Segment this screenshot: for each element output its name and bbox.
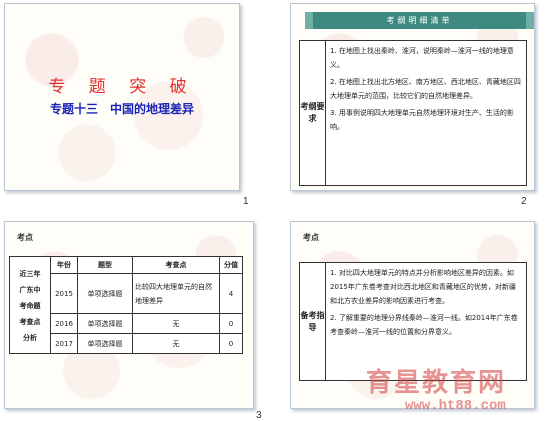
column-header: 分值 — [219, 256, 243, 274]
slide-subtitle: 专题十三 中国的地理差异 — [49, 102, 194, 116]
requirement-item: 1. 在地图上找出秦岭、淮河，说明秦岭—淮河一线的地理意义。 — [330, 47, 514, 69]
slide-title: 专 题 突 破 — [48, 77, 196, 97]
requirement-item: 3. 用事例说明四大地理单元自然地理环境对生产、生活的影响。 — [330, 109, 514, 131]
slide-number: 1 — [243, 196, 249, 207]
year-cell: 2017 — [50, 333, 78, 354]
guidance-item: 1. 对比四大地理单元的特点并分析影响地区差异的因素。如2015年广东卷考查对比… — [330, 269, 516, 305]
column-header: 考查点 — [132, 256, 220, 274]
score-cell: 0 — [219, 333, 243, 354]
column-header: 题型 — [77, 256, 133, 274]
year-cell: 2015 — [50, 273, 78, 314]
exam-table: 近三年 广东中 考命题 考查点 分析 年份 题型 考查点 分值 2015 单项选择题 比… — [9, 256, 243, 354]
requirement-item: 2. 在地图上找出北方地区、南方地区、西北地区、青藏地区四大地理单元的范围，比较… — [330, 78, 521, 100]
type-cell: 单项选择题 — [77, 273, 133, 314]
slide-1[interactable]: 专 题 突 破 专题十三 中国的地理差异 — [4, 3, 240, 191]
watermark-url: www.ht88.com — [405, 398, 506, 414]
requirements-box: 考纲要求 1. 在地图上找出秦岭、淮河，说明秦岭—淮河一线的地理意义。 2. 在… — [299, 40, 527, 186]
table-header-row: 近三年 广东中 考命题 考查点 分析 年份 题型 考查点 分值 — [9, 256, 243, 354]
requirements-label: 考纲要求 — [300, 41, 326, 185]
requirements-list: 1. 在地图上找出秦岭、淮河，说明秦岭—淮河一线的地理意义。 2. 在地图上找出… — [326, 41, 526, 185]
point-cell: 比较四大地理单元的自然地理差异 — [132, 273, 220, 314]
type-cell: 单项选择题 — [77, 333, 133, 354]
score-cell: 4 — [219, 273, 243, 314]
point-cell: 无 — [132, 313, 220, 334]
guidance-item: 2. 了解重要的地理分界线秦岭—淮河一线。如2014年广东卷考查秦岭—淮河一线的… — [330, 314, 518, 336]
section-label: 考点 — [17, 233, 33, 242]
guidance-label: 备考指导 — [300, 263, 326, 380]
type-cell: 单项选择题 — [77, 313, 133, 334]
score-cell: 0 — [219, 313, 243, 334]
point-cell: 无 — [132, 333, 220, 354]
outline-banner: 考纲明细清单 — [305, 12, 534, 29]
slide-number: 3 — [256, 410, 262, 421]
slide-2[interactable]: 考纲明细清单 考纲要求 1. 在地图上找出秦岭、淮河，说明秦岭—淮河一线的地理意… — [290, 3, 535, 191]
slide-number: 2 — [521, 196, 527, 207]
watermark-text: 育星教育网 — [366, 368, 507, 398]
column-header: 年份 — [50, 256, 78, 274]
table-row-header: 近三年 广东中 考命题 考查点 分析 — [9, 256, 51, 354]
year-cell: 2016 — [50, 313, 78, 334]
section-label: 考点 — [303, 233, 319, 242]
